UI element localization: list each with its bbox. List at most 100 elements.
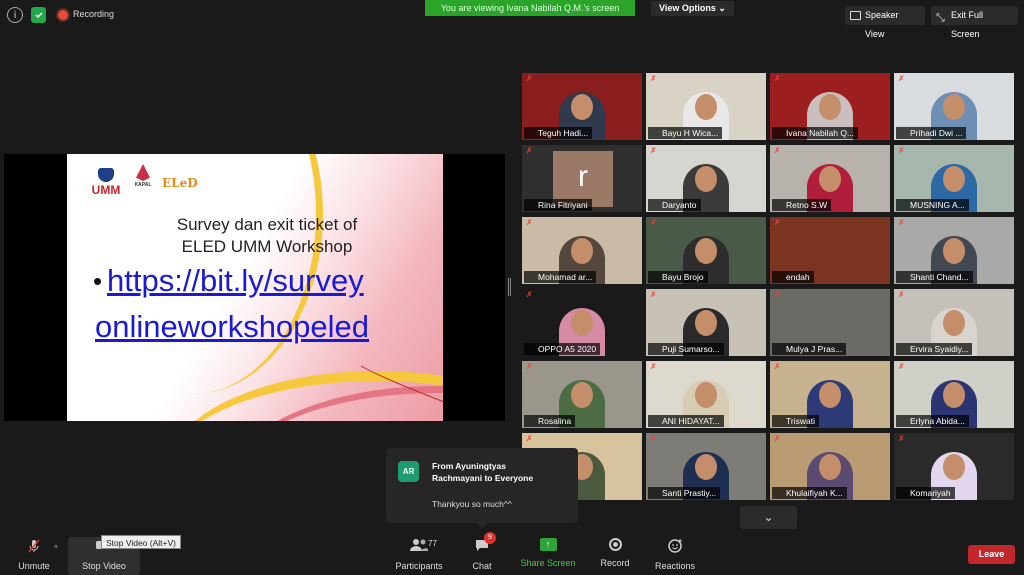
participant-tile[interactable]: Mulya J Pras... ✗ xyxy=(770,289,890,356)
muted-mic-icon: ✗ xyxy=(526,290,533,299)
speaker-view-button[interactable]: Speaker View xyxy=(845,6,925,39)
speaker-view-icon xyxy=(850,11,861,20)
participants-icon: 77 xyxy=(394,538,444,554)
info-icon[interactable]: i xyxy=(7,7,23,23)
participant-tile[interactable]: Puji Sumarso... ✗ xyxy=(646,289,766,356)
split-view-handle[interactable] xyxy=(508,278,511,296)
slide-bullet: • xyxy=(93,266,103,296)
participant-name: Bayu H Wica... xyxy=(648,127,723,139)
participant-face xyxy=(571,382,593,408)
participant-tile[interactable]: Ivana Nabilah Q... ✗ xyxy=(770,73,890,140)
kapal-logo-text: KAPAL xyxy=(134,182,152,188)
survey-link-line1: https://bit.ly/survey xyxy=(107,263,364,298)
eled-logo: ELeD xyxy=(162,176,198,190)
participants-label: Participants xyxy=(395,561,443,571)
emoji-plus-icon xyxy=(652,538,698,554)
reactions-button[interactable]: Reactions xyxy=(652,538,698,574)
participant-tile[interactable]: MUSNING A... ✗ xyxy=(894,145,1014,212)
participant-face xyxy=(571,238,593,264)
participant-face xyxy=(695,310,717,336)
survey-link[interactable]: https://bit.ly/survey onlineworkshopeled xyxy=(95,258,369,350)
participant-face xyxy=(943,382,965,408)
participant-face xyxy=(819,166,841,192)
sender-avatar: AR xyxy=(398,461,419,482)
participant-tile[interactable]: OPPO A5 2020 ✗ xyxy=(522,289,642,356)
muted-mic-icon: ✗ xyxy=(774,290,781,299)
leave-meeting-button[interactable]: Leave xyxy=(968,545,1015,564)
participant-face xyxy=(943,454,965,480)
chevron-down-icon: ⌄ xyxy=(763,510,774,524)
muted-mic-icon: ✗ xyxy=(526,146,533,155)
participant-gallery: Teguh Hadi... ✗ Bayu H Wica... ✗ Ivana Nabil… xyxy=(522,73,1018,503)
umm-logo-text: UMM xyxy=(91,183,121,197)
participant-tile[interactable]: Triswati ✗ xyxy=(770,361,890,428)
chat-button[interactable]: 9 Chat xyxy=(464,532,500,574)
muted-mic-icon: ✗ xyxy=(774,146,781,155)
muted-mic-icon: ✗ xyxy=(650,146,657,155)
shared-screen: UMM KAPAL ELeD Survey dan exit ticket of… xyxy=(4,154,505,421)
muted-mic-icon: ✗ xyxy=(898,434,905,443)
participant-name: Teguh Hadi... xyxy=(524,127,593,139)
reactions-label: Reactions xyxy=(654,561,696,571)
participant-tile[interactable]: Daryanto ✗ xyxy=(646,145,766,212)
participant-name: endah xyxy=(772,271,814,283)
participant-tile[interactable]: endah ✗ xyxy=(770,217,890,284)
participant-name: Puji Sumarso... xyxy=(648,343,724,355)
participant-name: Retno S.W xyxy=(772,199,832,211)
stop-video-tooltip: Stop Video (Alt+V) xyxy=(101,535,182,549)
participant-face xyxy=(819,454,841,480)
participant-tile[interactable]: Bayu Brojo ✗ xyxy=(646,217,766,284)
participant-tile[interactable]: Erlyna Abida... ✗ xyxy=(894,361,1014,428)
participant-face xyxy=(695,238,717,264)
participant-face xyxy=(943,310,965,336)
record-button[interactable]: Record xyxy=(596,538,634,574)
participant-tile[interactable]: Khulaifiyah K... ✗ xyxy=(770,433,890,500)
shield-icon[interactable] xyxy=(31,7,46,23)
participant-tile[interactable]: Ervira Syaidiy... ✗ xyxy=(894,289,1014,356)
muted-mic-icon: ✗ xyxy=(526,74,533,83)
slide-title-line1: Survey dan exit ticket of xyxy=(176,215,358,234)
participant-tile[interactable]: Shanti Chand... ✗ xyxy=(894,217,1014,284)
participant-name: Daryanto xyxy=(648,199,701,211)
view-options-button[interactable]: View Options ⌄ xyxy=(651,1,734,16)
muted-mic-icon: ✗ xyxy=(650,290,657,299)
viewing-screen-banner: You are viewing Ivana Nabilah Q.M.'s scr… xyxy=(425,0,635,16)
participants-button[interactable]: 77 Participants xyxy=(394,538,444,574)
participant-face xyxy=(695,382,717,408)
participant-tile[interactable]: Santi Prastiy... ✗ xyxy=(646,433,766,500)
gallery-scroll-down-button[interactable]: ⌄ xyxy=(740,506,797,529)
chat-label: Chat xyxy=(472,561,492,571)
share-screen-label: Share Screen xyxy=(520,558,576,568)
participant-name: Erlyna Abida... xyxy=(896,415,969,427)
audio-options-caret-icon[interactable]: ^ xyxy=(54,544,58,553)
share-screen-icon: ↑ xyxy=(539,538,557,551)
participant-tile[interactable]: Bayu H Wica... ✗ xyxy=(646,73,766,140)
muted-mic-icon: ✗ xyxy=(650,218,657,227)
participant-face xyxy=(943,94,965,120)
share-screen-button[interactable]: ↑ Share Screen xyxy=(519,538,577,574)
chat-notification-pointer xyxy=(476,523,488,529)
chat-message: Thankyou so much^^ xyxy=(432,499,512,509)
participant-tile[interactable]: Rosalina ✗ xyxy=(522,361,642,428)
participant-face xyxy=(819,382,841,408)
chat-notification[interactable]: AR From Ayuningtyas Rachmayani to Everyo… xyxy=(386,448,578,523)
participant-tile[interactable]: Prihadi Dwi ... ✗ xyxy=(894,73,1014,140)
slide-title-line2: ELED UMM Workshop xyxy=(181,237,353,256)
participant-tile[interactable]: Komariyah ✗ xyxy=(894,433,1014,500)
participant-tile[interactable]: Mohamad ar... ✗ xyxy=(522,217,642,284)
muted-mic-icon: ✗ xyxy=(898,218,905,227)
participant-tile[interactable]: r Rina Fitriyani ✗ xyxy=(522,145,642,212)
muted-mic-icon: ✗ xyxy=(526,218,533,227)
survey-link-line2: onlineworkshopeled xyxy=(95,309,370,344)
participant-tile[interactable]: Teguh Hadi... ✗ xyxy=(522,73,642,140)
recording-icon xyxy=(58,10,68,20)
participant-name: Khulaifiyah K... xyxy=(772,487,847,499)
muted-mic-icon: ✗ xyxy=(650,434,657,443)
slide-title: Survey dan exit ticket of ELED UMM Works… xyxy=(127,214,407,258)
unmute-button[interactable]: Unmute xyxy=(14,538,54,574)
participant-tile[interactable]: Retno S.W ✗ xyxy=(770,145,890,212)
participant-tile[interactable]: ANI HIDAYAT... ✗ xyxy=(646,361,766,428)
muted-mic-icon: ✗ xyxy=(898,290,905,299)
exit-full-screen-button[interactable]: ⤡ Exit Full Screen xyxy=(931,6,1018,39)
muted-mic-icon: ✗ xyxy=(898,74,905,83)
